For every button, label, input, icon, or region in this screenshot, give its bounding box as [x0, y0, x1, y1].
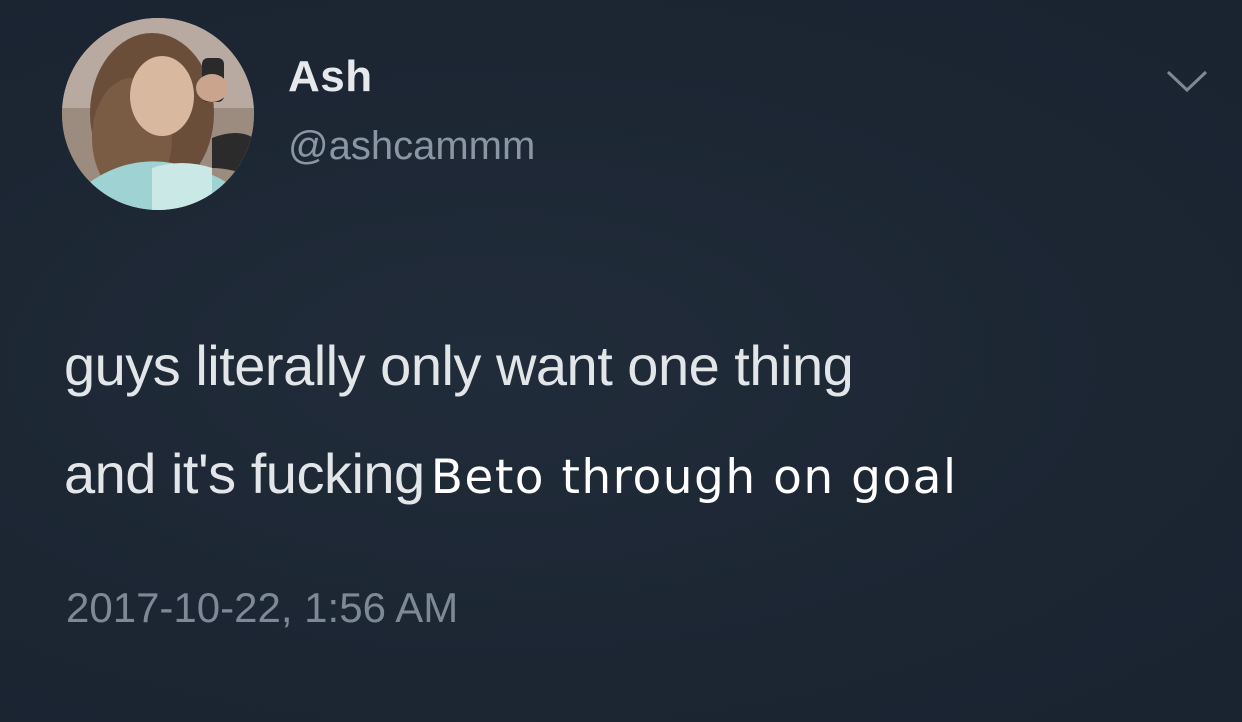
chevron-down-icon[interactable] — [1162, 64, 1212, 98]
user-handle[interactable]: @ashcammm — [288, 124, 535, 169]
tweet-text-line-2: and it's fucking Beto through on goal — [64, 420, 1234, 532]
avatar[interactable] — [62, 18, 254, 210]
tweet-text: guys literally only want one thing and i… — [64, 312, 1234, 532]
tweet-text-line-1: guys literally only want one thing — [64, 334, 854, 397]
overlay-caption: Beto through on goal — [430, 450, 958, 505]
display-name[interactable]: Ash — [288, 52, 373, 102]
tweet-text-line-2-original: and it's fucking — [64, 442, 425, 505]
profile-photo-icon — [62, 18, 254, 210]
tweet-timestamp[interactable]: 2017-10-22, 1:56 AM — [66, 584, 458, 632]
tweet-card: Ash @ashcammm guys literally only want o… — [0, 0, 1242, 722]
